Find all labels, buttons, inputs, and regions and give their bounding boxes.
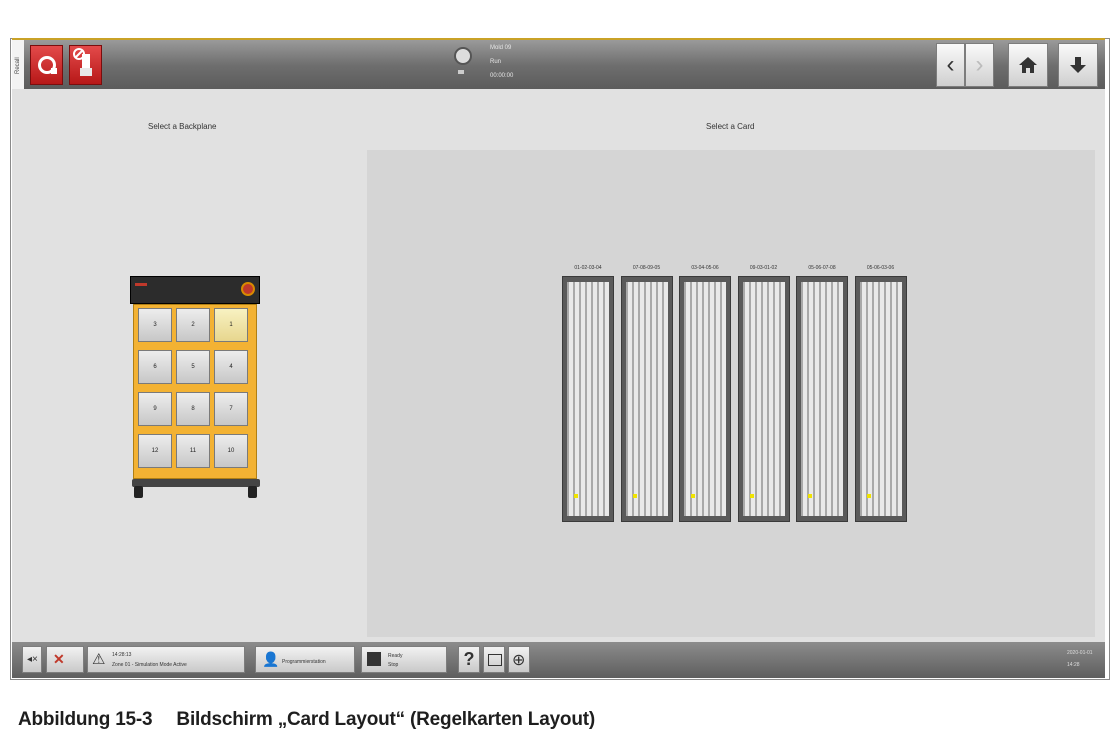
screenshot-button[interactable] (483, 646, 505, 673)
card-slot[interactable] (854, 276, 907, 522)
clock-date: 2020-01-01 (1067, 650, 1093, 656)
warning-icon: ⚠ (92, 651, 106, 668)
card-slot-body (742, 282, 785, 516)
stop-icon (38, 56, 57, 74)
mute-button[interactable]: ◂× (22, 646, 42, 673)
cabinet-base (132, 479, 260, 487)
top-bar: Recall Mold 09 Run 00:00:00 ‹ › (12, 38, 1105, 91)
caster-wheel (248, 486, 257, 498)
process-label: Ready (388, 653, 403, 659)
status-line-2: Run (490, 59, 502, 65)
card-slot[interactable] (796, 276, 848, 522)
card-indicator (574, 494, 578, 498)
cabinet-logo (135, 283, 147, 286)
screenshot-icon (488, 654, 502, 666)
process-status-button[interactable]: Ready Stop (361, 646, 447, 673)
card-indicator (749, 494, 754, 498)
cabinet-header (130, 276, 260, 304)
alarm-text: Zone 01 - Simulation Mode Active (112, 662, 187, 668)
alarm-time: 14:28:13 (112, 652, 132, 658)
backplane-slot-11[interactable]: 11 (176, 434, 210, 468)
card-title: Select a Card (706, 122, 755, 131)
card-slot-body (625, 282, 668, 516)
card-slot-label: 05-06-03-06 (866, 265, 895, 271)
process-sub: Stop (388, 662, 399, 668)
figure-caption: Abbildung 15-3 Bildschirm „Card Layout“ (… (18, 709, 595, 731)
card-slot-label: 03-04-05-06 (691, 265, 719, 271)
card-slot-body (801, 282, 843, 516)
card-slot-label: 07-08-09-05 (632, 265, 661, 271)
card-slot-body (684, 282, 726, 516)
status-line-3: 00:00:00 (490, 73, 514, 79)
heater-off-icon (73, 48, 92, 76)
alarm-banner[interactable]: ⚠ 14:28:13 Zone 01 - Simulation Mode Act… (87, 646, 245, 673)
card-slot[interactable] (562, 276, 614, 522)
backplane-slot-3[interactable]: 3 (138, 308, 172, 342)
main-content: Select a Backplane Select a Card 321 654 9… (12, 89, 1105, 642)
backplane-slot-4[interactable]: 4 (214, 350, 248, 384)
backplane-slot-6[interactable]: 6 (138, 350, 172, 384)
status-indicator-icon (458, 70, 464, 74)
alarm-reset-button[interactable]: ✕ (46, 646, 84, 673)
backplane-slot-1[interactable]: 1 (214, 308, 248, 342)
backplane-slot-5[interactable]: 5 (176, 350, 210, 384)
forward-button[interactable]: › (965, 43, 994, 87)
card-slot-label: 01-02-03-04 (574, 265, 602, 271)
card-slot-body (567, 282, 609, 516)
process-icon (367, 652, 381, 666)
caster-wheel (134, 486, 143, 498)
figure-number: Abbildung 15-3 (18, 709, 153, 730)
card-slot-label: 09-03-01-02 (749, 265, 778, 271)
card-indicator (866, 494, 871, 498)
arrow-down-icon (1070, 57, 1086, 73)
card-slot[interactable] (737, 276, 790, 522)
heat-off-button[interactable] (69, 45, 102, 85)
speaker-mute-icon: ◂× (27, 654, 38, 665)
backplane-slot-12[interactable]: 12 (138, 434, 172, 468)
alarm-clear-icon: ✕ (53, 651, 65, 667)
user-icon: 👤 (262, 651, 280, 667)
user-button[interactable]: 👤 Programmierstation (255, 646, 355, 673)
side-tab[interactable]: Recall (12, 40, 24, 91)
backplane-title: Select a Backplane (148, 122, 217, 131)
card-indicator (808, 494, 812, 498)
card-slot[interactable] (679, 276, 731, 522)
backplane-slot-8[interactable]: 8 (176, 392, 210, 426)
user-label: Programmierstation (282, 659, 326, 665)
emergency-stop-icon (241, 282, 255, 296)
bottom-bar: ◂× ✕ ⚠ 14:28:13 Zone 01 - Simulation Mod… (12, 642, 1105, 678)
download-button[interactable] (1058, 43, 1098, 87)
back-button[interactable]: ‹ (936, 43, 965, 87)
help-button[interactable]: ? (458, 646, 480, 673)
backplane-slot-2[interactable]: 2 (176, 308, 210, 342)
help-icon: ? (463, 649, 475, 669)
card-slot[interactable] (620, 276, 673, 522)
status-line-1: Mold 09 (490, 45, 512, 51)
mold-status-icon (454, 47, 472, 65)
card-indicator (691, 494, 695, 498)
card-slot-body (859, 282, 902, 516)
globe-icon: ⊕ (512, 652, 526, 669)
backplane-slot-7[interactable]: 7 (214, 392, 248, 426)
home-icon (1019, 57, 1037, 73)
backplane-slot-9[interactable]: 9 (138, 392, 172, 426)
home-button[interactable] (1008, 43, 1048, 87)
chevron-right-icon: › (975, 51, 984, 78)
chevron-left-icon: ‹ (946, 51, 955, 78)
backplane-slot-10[interactable]: 10 (214, 434, 248, 468)
card-panel: 01-02-03-04 07-08-09-05 03-04-05-06 09-03-0… (367, 150, 1095, 637)
language-button[interactable]: ⊕ (508, 646, 530, 673)
card-indicator (632, 494, 637, 498)
figure-title: Bildschirm „Card Layout“ (Regelkarten La… (176, 709, 595, 730)
stop-button[interactable] (30, 45, 63, 85)
clock-time: 14:28 (1067, 662, 1080, 668)
card-slot-label: 05-06-07-08 (808, 265, 836, 271)
